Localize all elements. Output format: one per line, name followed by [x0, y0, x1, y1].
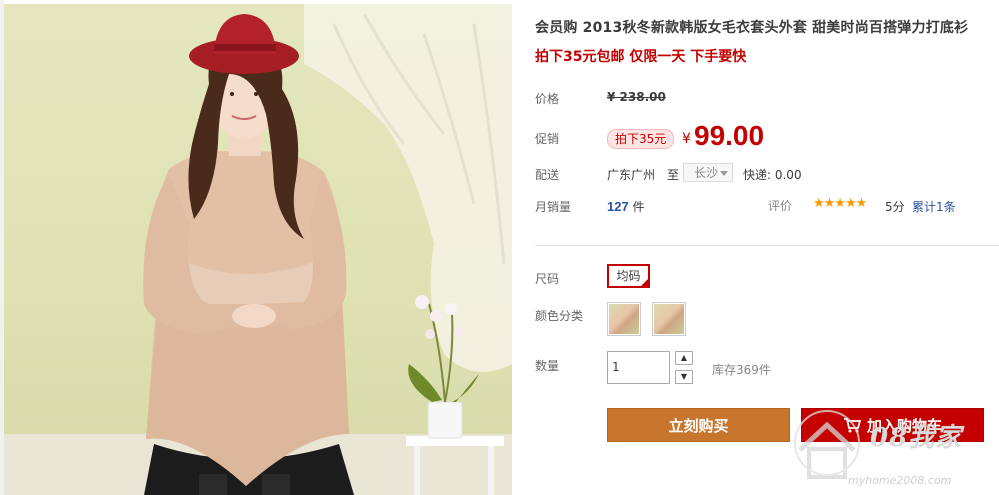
product-subtitle: 拍下35元包邮 仅限一天 下手要快: [535, 49, 747, 65]
rating-label: 评价: [768, 199, 793, 213]
ship-to-label: 至: [667, 168, 680, 182]
stock-count: 库存369件: [712, 363, 771, 377]
watermark-url: myhome2008.com: [848, 474, 952, 487]
swatch-thumbnail: [654, 304, 684, 334]
quantity-increase-button[interactable]: ▲: [675, 351, 693, 365]
product-photo[interactable]: [4, 4, 512, 495]
price-currency: ¥: [682, 131, 691, 147]
product-photo-illustration: [4, 4, 512, 495]
original-price: ¥ 238.00: [607, 90, 666, 104]
shipping-label: 配送: [535, 168, 560, 182]
quantity-input[interactable]: 1: [607, 351, 670, 384]
review-count-link[interactable]: 累计1条: [912, 198, 956, 215]
color-swatch-2[interactable]: [652, 302, 686, 336]
color-swatch-1[interactable]: [607, 302, 641, 336]
chevron-down-icon: [720, 171, 728, 176]
promo-label: 促销: [535, 132, 560, 146]
size-option-label: 均码: [616, 269, 641, 283]
monthly-sales-count: 127 件: [607, 199, 645, 214]
size-option-onesize[interactable]: 均码 ✔: [607, 264, 650, 288]
monthly-sales-label: 月销量: [535, 200, 572, 214]
quantity-decrease-button[interactable]: ▼: [675, 370, 693, 384]
rating-score: 5分: [885, 200, 905, 214]
divider: [535, 245, 999, 246]
check-icon: ✔: [642, 275, 648, 283]
color-label: 颜色分类: [535, 309, 584, 323]
swatch-thumbnail: [609, 304, 639, 334]
shipping-fee: 快递: 0.00: [743, 168, 802, 182]
destination-city-select[interactable]: 长沙: [683, 163, 733, 182]
ship-from: 广东广州: [607, 168, 656, 182]
price-label: 价格: [535, 92, 560, 106]
promo-tag: 拍下35元: [607, 129, 675, 149]
rating-stars-icon: ★★★★★: [813, 196, 867, 211]
product-title: 会员购 2013秋冬新款韩版女毛衣套头外套 甜美时尚百搭弹力打底衫: [535, 20, 969, 36]
watermark-text: 08我家: [870, 423, 963, 453]
quantity-label: 数量: [535, 359, 560, 373]
destination-city-value: 长沙: [694, 166, 719, 180]
promo-price: 99.00: [694, 120, 765, 151]
buy-now-button[interactable]: 立刻购买: [607, 408, 790, 442]
size-label: 尺码: [535, 272, 560, 286]
